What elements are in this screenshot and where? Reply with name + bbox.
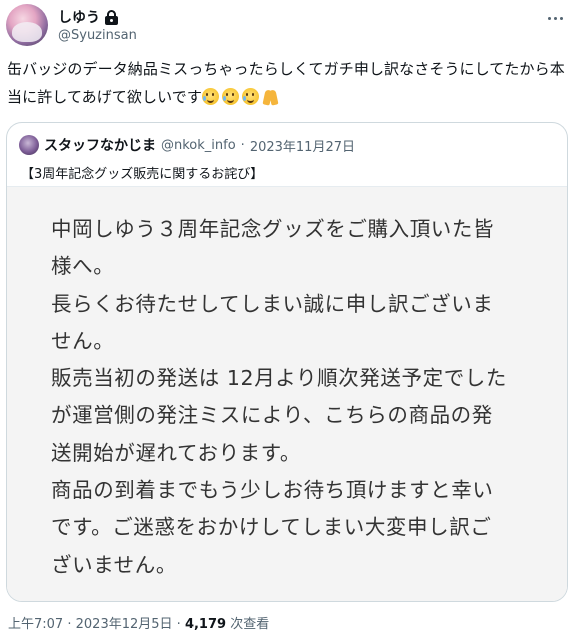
author-handle[interactable]: @Syuzinsan: [58, 28, 137, 43]
image-line: せん。: [51, 328, 115, 353]
image-line: です。ご迷惑をおかけしてしまい大変申し訳ご: [51, 515, 492, 540]
more-options-icon[interactable]: [544, 13, 567, 24]
footer-separator: ·: [176, 617, 181, 632]
sweat-smile-icon: [201, 88, 219, 105]
post-date[interactable]: 2023年12月5日: [76, 617, 173, 632]
quote-avatar: [19, 135, 39, 155]
quote-header: スタッフなかじま @nkok_info · 2023年11月27日: [19, 135, 355, 155]
quote-handle: @nkok_info: [161, 137, 236, 153]
quote-date: 2023年11月27日: [249, 139, 355, 155]
footer-separator: ·: [67, 617, 72, 632]
lock-icon: [105, 9, 118, 25]
views-label: 次查看: [230, 617, 270, 632]
image-line: 様へ。: [51, 254, 115, 279]
tweet-header: しゆう @Syuzinsan: [6, 4, 573, 50]
quote-image[interactable]: 中岡しゆう３周年記念グッズをご購入頂いた皆 様へ。 長らくお待たせしてしまい誠に…: [7, 186, 567, 601]
tweet-text: 缶バッジのデータ納品ミスっちゃったらしくてガチ申し訳なさそうにしてたから本当に許…: [7, 55, 567, 111]
views-count[interactable]: 4,179: [185, 617, 226, 632]
quote-text: 【3周年記念グッズ販売に関するお詫び】: [21, 167, 264, 182]
avatar-hair: [12, 22, 42, 42]
quoted-tweet[interactable]: スタッフなかじま @nkok_info · 2023年11月27日 【3周年記念…: [6, 122, 568, 602]
image-line: が運営側の発注ミスにより、こちらの商品の発: [51, 403, 493, 428]
image-line: 中岡しゆう３周年記念グッズをご購入頂いた皆: [51, 217, 495, 241]
emoji-row: [201, 88, 279, 106]
image-line: ざいません。: [51, 552, 177, 577]
tweet-body: 缶バッジのデータ納品ミスっちゃったらしくてガチ申し訳なさそうにしてたから本当に許…: [7, 60, 565, 106]
author-display-name[interactable]: しゆう: [58, 7, 100, 27]
tweet-footer: 上午7:07 · 2023年12月5日 · 4,179 次查看: [8, 613, 269, 632]
image-line: 送開始が遅れております。: [51, 440, 301, 465]
sweat-smile-icon: [221, 88, 239, 105]
quote-display-name: スタッフなかじま: [44, 138, 156, 154]
image-line: 長らくお待たせしてしまい誠に申し訳ございま: [51, 291, 494, 316]
image-text: 中岡しゆう３周年記念グッズをご購入頂いた皆 様へ。 長らくお待たせしてしまい誠に…: [51, 211, 541, 584]
image-line: 商品の到着までもう少しお待ち頂けますと幸い: [51, 478, 494, 503]
image-line: 販売当初の発送は 12月より順次発送予定でした: [51, 366, 507, 391]
pray-icon: [262, 88, 279, 106]
post-time[interactable]: 上午7:07: [8, 617, 63, 632]
avatar[interactable]: [6, 4, 48, 46]
sweat-smile-icon: [241, 88, 259, 105]
name-row: しゆう: [58, 7, 118, 27]
quote-separator: ·: [240, 137, 245, 153]
